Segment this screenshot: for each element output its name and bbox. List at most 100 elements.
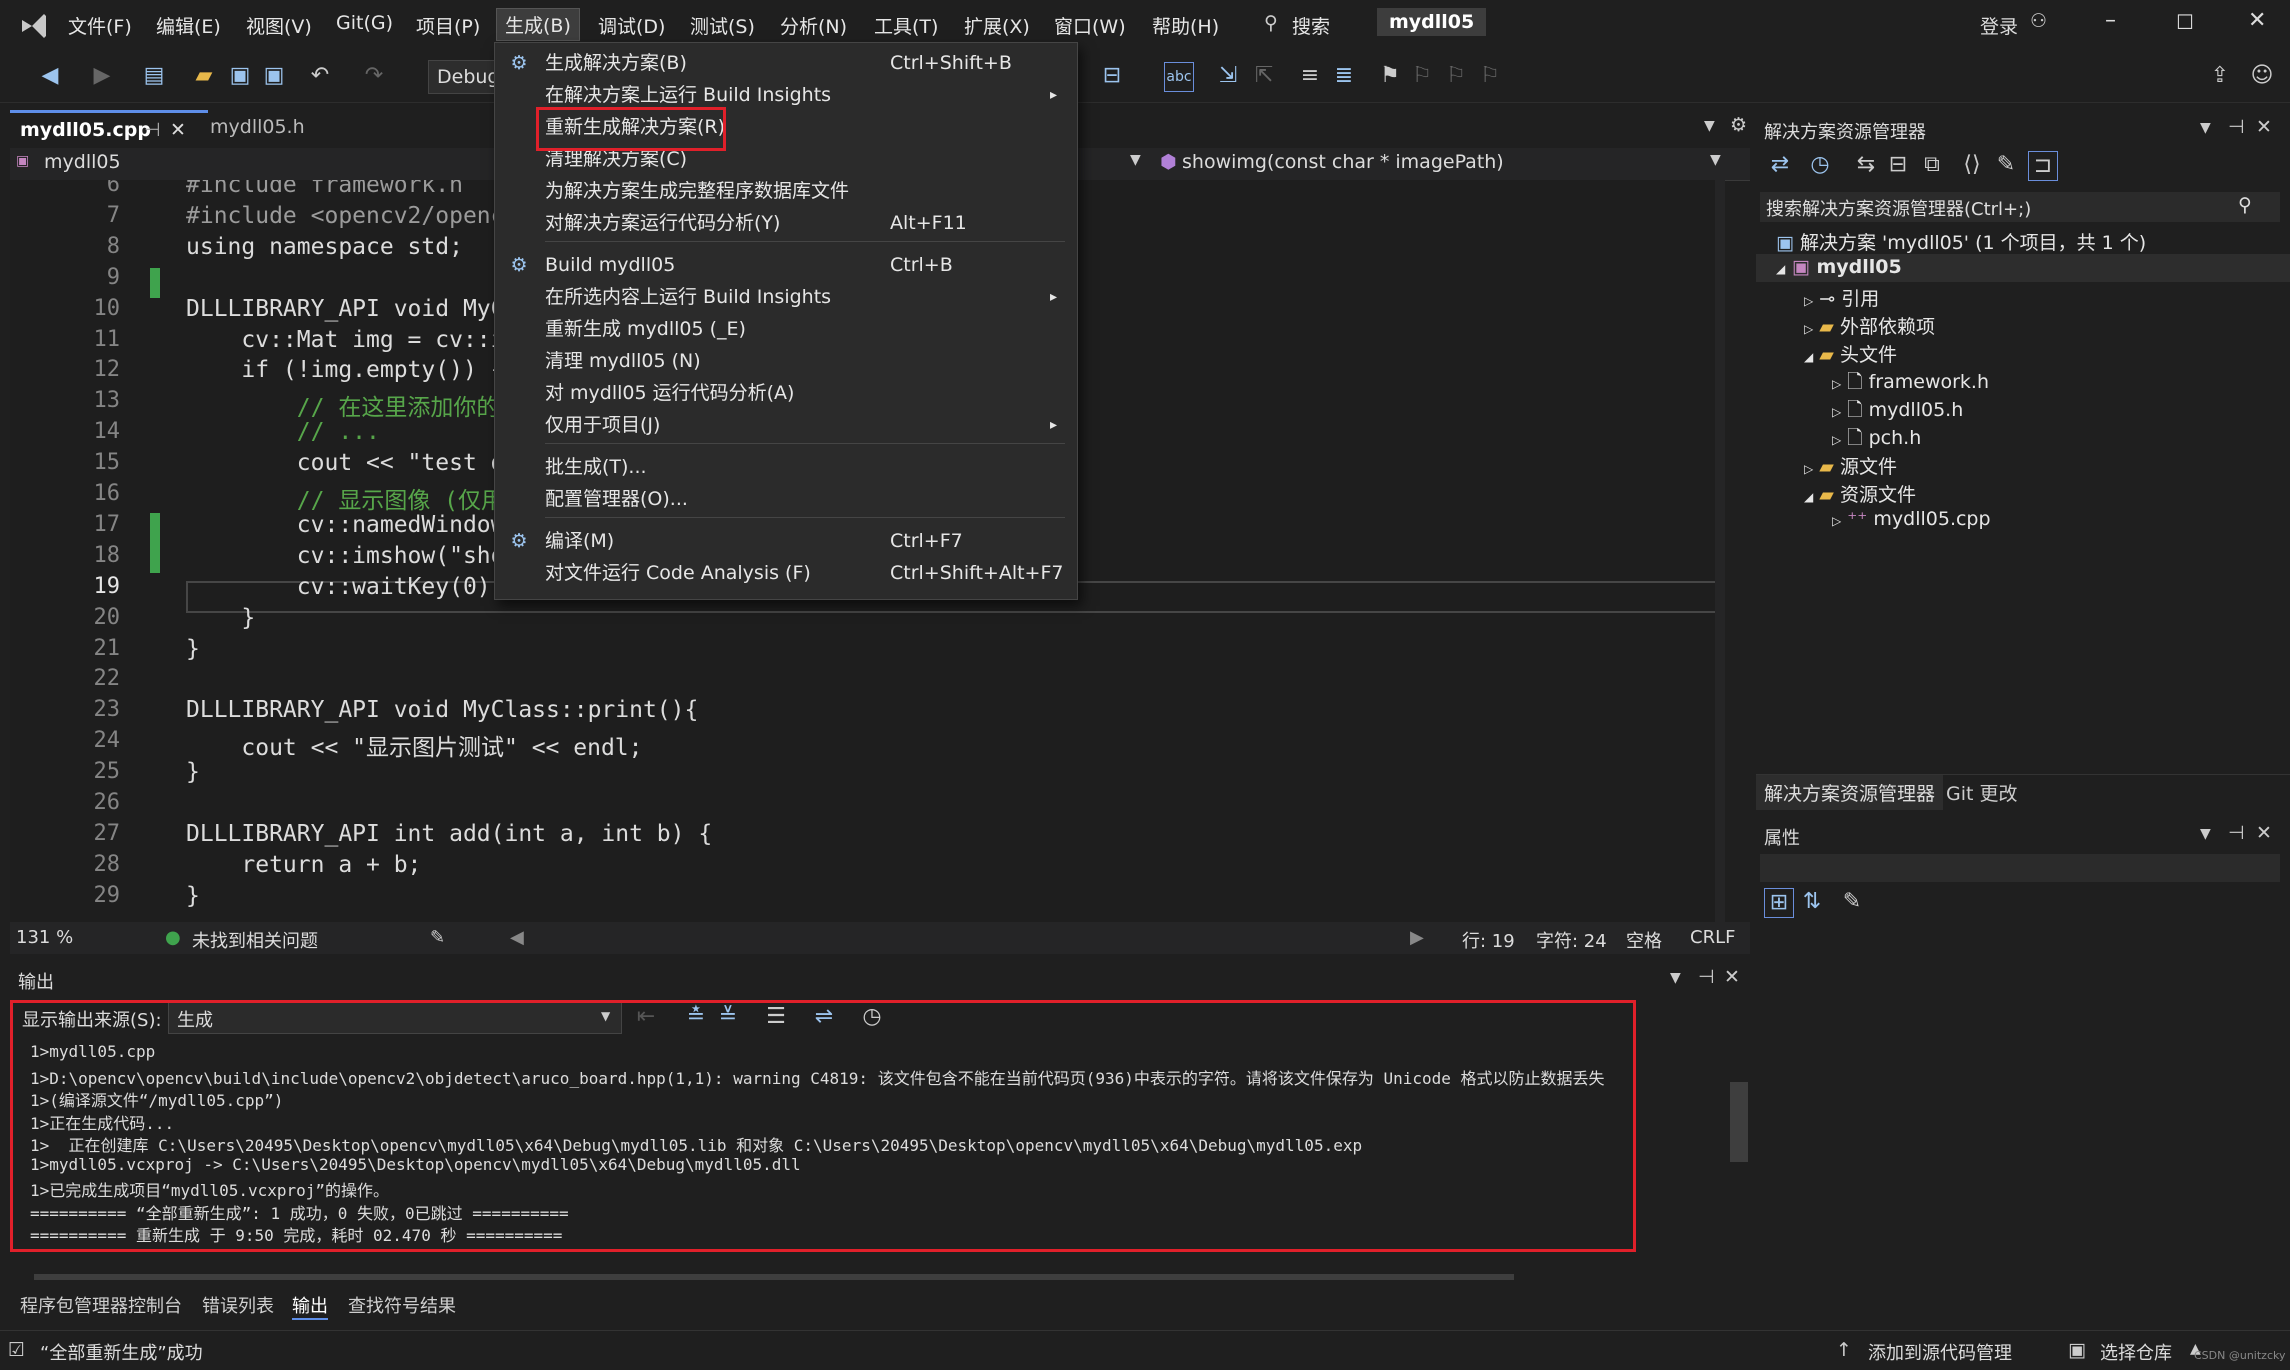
build-menu-item[interactable]: 对文件运行 Code Analysis (F) Ctrl+Shift+Alt+F7 — [495, 557, 1077, 589]
close-tab-icon[interactable]: ✕ — [170, 113, 186, 147]
build-menu-item[interactable]: 清理 mydll05 (N) — [495, 345, 1077, 377]
build-menu-item[interactable]: ⚙ 编译(M) Ctrl+F7 — [495, 525, 1077, 557]
build-menu-item[interactable]: 为解决方案生成完整程序数据库文件 — [495, 175, 1077, 207]
close-panel-icon[interactable]: ✕ — [2256, 822, 2272, 844]
pin-icon[interactable]: ⊣ — [1698, 966, 1715, 988]
feedback-icon[interactable]: ☺ — [2248, 62, 2276, 90]
build-menu-item[interactable]: 对 mydll05 运行代码分析(A) — [495, 377, 1077, 409]
whitespace-indicator[interactable]: 空格 — [1626, 927, 1662, 953]
pin-icon[interactable]: ⊣ — [2228, 116, 2245, 138]
nav-project[interactable]: mydll05 — [44, 151, 121, 173]
menu-edit[interactable]: 编辑(E) — [156, 12, 221, 39]
bookmark-prev-icon[interactable]: ⚐ — [1408, 62, 1436, 90]
menu-help[interactable]: 帮助(H) — [1152, 12, 1219, 39]
layout-icon[interactable]: ⊟ — [1098, 62, 1126, 90]
tab-package-manager-console[interactable]: 程序包管理器控制台 — [20, 1292, 182, 1318]
char-indicator[interactable]: 字符: 24 — [1536, 927, 1607, 953]
menu-file[interactable]: 文件(F) — [68, 12, 132, 39]
solution-node[interactable]: ▣ 解决方案 'mydll05' (1 个项目，共 1 个) — [1776, 228, 2146, 255]
project-node[interactable]: ◢ ▣ mydll05 — [1776, 256, 1902, 278]
forward-icon[interactable]: ▶ — [88, 62, 116, 90]
sync-icon[interactable]: ⇄ — [1766, 151, 1794, 179]
bookmark-clear-icon[interactable]: ⚐ — [1476, 62, 1504, 90]
settings-gear-icon[interactable]: ⚙ — [1730, 114, 1747, 136]
comment-icon[interactable]: ≡ — [1296, 62, 1324, 90]
tab-dropdown-icon[interactable]: ▼ — [1704, 118, 1715, 134]
output-scrollbar[interactable] — [1728, 1042, 1750, 1262]
back-icon[interactable]: ◀ — [36, 62, 64, 90]
menu-window[interactable]: 窗口(W) — [1054, 12, 1126, 39]
open-folder-icon[interactable]: ▰ — [190, 62, 218, 90]
pending-changes-icon[interactable]: ⇆ — [1852, 151, 1880, 179]
eol-indicator[interactable]: CRLF — [1690, 927, 1735, 948]
tree-node-header-files[interactable]: ◢ ▰ 头文件 — [1804, 340, 1897, 367]
redo-icon[interactable]: ↷ — [360, 62, 388, 90]
scroll-left-icon[interactable]: ◀ — [510, 927, 524, 948]
view-code-icon[interactable]: ⟨⟩ — [1958, 151, 1986, 179]
property-object-dropdown[interactable] — [1760, 854, 2280, 882]
build-menu-item[interactable]: ⚙ Build mydll05 Ctrl+B — [495, 249, 1077, 281]
maximize-icon[interactable]: ☐ — [2176, 10, 2194, 34]
build-menu-item[interactable]: 在所选内容上运行 Build Insights ▸ — [495, 281, 1077, 313]
minimize-icon[interactable]: – — [2105, 8, 2116, 33]
tree-node-references[interactable]: ▷ ⊸ 引用 — [1804, 284, 1879, 311]
login-link[interactable]: 登录 — [1980, 12, 2018, 39]
close-panel-icon[interactable]: ✕ — [1724, 966, 1740, 988]
bookmark-next-icon[interactable]: ⚐ — [1442, 62, 1470, 90]
menu-test[interactable]: 测试(S) — [690, 12, 755, 39]
select-repo-button[interactable]: 选择仓库 — [2100, 1339, 2172, 1365]
menu-project[interactable]: 项目(P) — [416, 12, 480, 39]
undo-icon[interactable]: ↶ — [306, 62, 334, 90]
preview-icon[interactable]: ⊐ — [2028, 151, 2058, 181]
panel-menu-icon[interactable]: ▼ — [2200, 120, 2211, 136]
spellcheck-icon[interactable]: abc — [1164, 62, 1194, 92]
share-icon[interactable]: ⇪ — [2206, 62, 2234, 90]
tab-error-list[interactable]: 错误列表 — [202, 1292, 274, 1318]
menu-search[interactable]: 搜索 — [1292, 12, 1330, 39]
bookmark-icon[interactable]: ⚑ — [1376, 62, 1404, 90]
menu-analyze[interactable]: 分析(N) — [780, 12, 847, 39]
tab-find-symbol-results[interactable]: 查找符号结果 — [348, 1292, 456, 1318]
brush-icon[interactable]: ✎ — [430, 927, 445, 948]
properties-wrench-icon[interactable]: ✎ — [1992, 151, 2020, 179]
new-project-icon[interactable]: ▤ — [140, 62, 168, 90]
menu-view[interactable]: 视图(V) — [246, 12, 312, 39]
nav-dropdown-icon[interactable]: ▼ — [1130, 152, 1141, 168]
menu-build[interactable]: 生成(B) — [496, 8, 580, 41]
close-icon[interactable]: ✕ — [2248, 8, 2266, 33]
function-dropdown-icon[interactable]: ▼ — [1710, 152, 1721, 168]
output-horizontal-scrollbar[interactable] — [34, 1274, 1514, 1280]
nav-function[interactable]: showimg(const char * imagePath) — [1182, 151, 1504, 173]
build-menu-item[interactable]: 批生成(T)... — [495, 451, 1077, 483]
solution-search-box[interactable]: 搜索解决方案资源管理器(Ctrl+;) ⚲ — [1760, 192, 2280, 222]
property-pages-icon[interactable]: ✎ — [1838, 888, 1866, 916]
line-indicator[interactable]: 行: 19 — [1462, 927, 1515, 953]
collapse-icon[interactable]: ⊟ — [1884, 151, 1912, 179]
history-icon[interactable]: ◷ — [1806, 151, 1834, 179]
zoom-level[interactable]: 131 % — [16, 927, 73, 948]
menu-extensions[interactable]: 扩展(X) — [964, 12, 1030, 39]
show-all-icon[interactable]: ⧉ — [1918, 151, 1946, 179]
tree-node-resource-files[interactable]: ◢ ▰ 资源文件 — [1804, 480, 1916, 507]
menu-git[interactable]: Git(G) — [336, 12, 393, 34]
tab-git-changes[interactable]: Git 更改 — [1946, 779, 2018, 806]
build-menu-item[interactable]: 配置管理器(O)... — [495, 483, 1077, 515]
step-icon[interactable]: ⇲ — [1214, 62, 1242, 90]
pin-icon[interactable]: ⊣ — [2228, 822, 2245, 844]
alphabetical-icon[interactable]: ⇅ — [1798, 888, 1826, 916]
build-menu-item[interactable]: 仅用于项目(J) ▸ — [495, 409, 1077, 441]
categorized-icon[interactable]: ⊞ — [1764, 888, 1794, 918]
build-menu-item[interactable]: 对解决方案运行代码分析(Y) Alt+F11 — [495, 207, 1077, 239]
panel-menu-icon[interactable]: ▼ — [2200, 826, 2211, 842]
save-icon[interactable]: ▣ — [226, 62, 254, 90]
step-out-icon[interactable]: ⇱ — [1250, 62, 1278, 90]
tab-mydll05-cpp[interactable]: mydll05.cpp ⊣ ✕ — [10, 110, 208, 147]
tree-node-mydll05-cpp[interactable]: ▷ ⁺⁺ mydll05.cpp — [1832, 508, 1991, 530]
vertical-scrollbar[interactable] — [1715, 180, 1725, 922]
tree-node-external-deps[interactable]: ▷ ▰ 外部依赖项 — [1804, 312, 1935, 339]
tab-mydll05-h[interactable]: mydll05.h — [200, 110, 315, 144]
tab-output[interactable]: 输出 — [292, 1292, 328, 1320]
menu-tools[interactable]: 工具(T) — [874, 12, 938, 39]
panel-menu-icon[interactable]: ▼ — [1670, 970, 1681, 986]
menu-debug[interactable]: 调试(D) — [598, 12, 665, 39]
